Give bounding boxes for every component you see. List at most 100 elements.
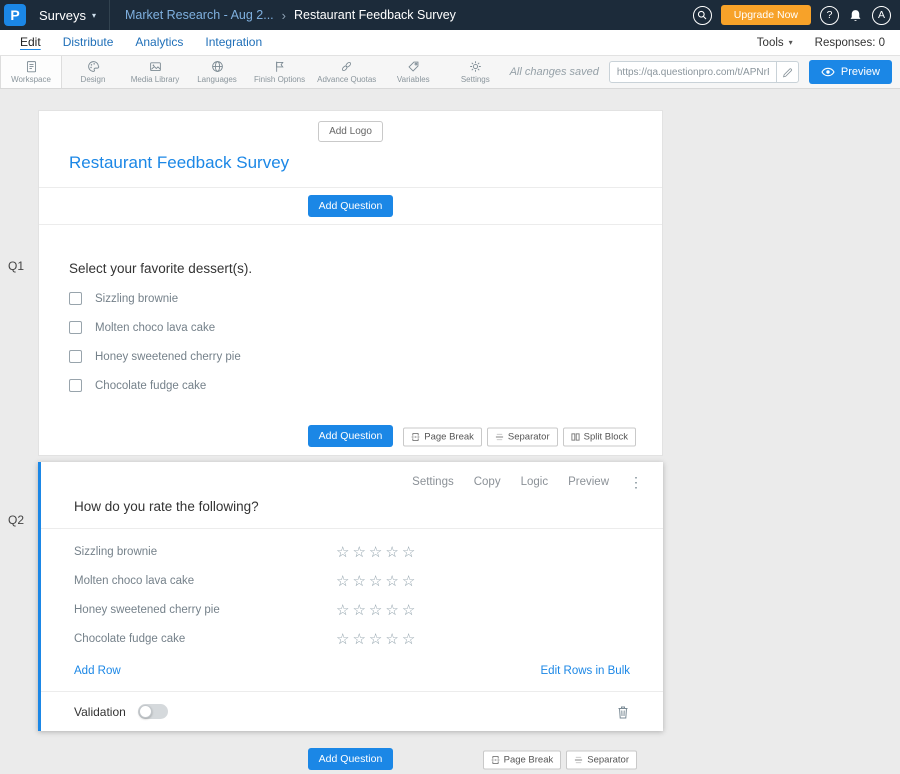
star-icon[interactable]: ☆ [352,572,365,590]
toolbar-right: All changes saved Preview [510,56,900,88]
toolbar-item-design[interactable]: Design [62,56,124,88]
survey-url-input[interactable] [610,67,776,78]
settings-icon [469,60,482,73]
q1-option-label[interactable]: Molten choco lava cake [95,322,215,334]
responses-count[interactable]: Responses: 0 [815,37,885,49]
page-break-button[interactable]: Page Break [483,750,562,769]
surveys-label: Surveys [39,8,86,23]
menubar-right: Tools ▾ Responses: 0 [757,37,891,49]
rating-row: Sizzling brownie ☆☆☆☆☆ [74,537,630,566]
avatar[interactable]: A [872,6,891,25]
upgrade-button[interactable]: Upgrade Now [721,5,811,25]
bell-icon[interactable] [848,8,863,23]
toolbar-item-advance-quotas[interactable]: Advance Quotas [311,56,382,88]
q2-question-text[interactable]: How do you rate the following? [41,493,663,529]
star-rating: ☆☆☆☆☆ [336,572,415,590]
q1-option-label[interactable]: Sizzling brownie [95,293,178,305]
star-icon[interactable]: ☆ [385,601,398,619]
add-question-button[interactable]: Add Question [308,425,394,447]
add-logo-button[interactable]: Add Logo [318,121,383,142]
star-icon[interactable]: ☆ [336,543,349,561]
tab-integration[interactable]: Integration [194,30,273,56]
checkbox[interactable] [69,321,82,334]
tools-label: Tools [757,37,784,49]
star-icon[interactable]: ☆ [385,572,398,590]
rating-row-label[interactable]: Molten choco lava cake [74,575,336,587]
survey-title[interactable]: Restaurant Feedback Survey [39,144,662,188]
breadcrumb-project[interactable]: Market Research - Aug 2... [125,8,274,22]
tools-dropdown[interactable]: Tools ▾ [757,37,793,49]
toolbar-item-settings[interactable]: Settings [444,56,506,88]
add-row-link[interactable]: Add Row [74,665,121,677]
block-actions-row: Add Question Page Break Separator Split … [39,418,662,455]
star-icon[interactable]: ☆ [369,543,382,561]
toolbar-item-languages[interactable]: Languages [186,56,248,88]
languages-icon [211,60,224,73]
validation-toggle[interactable] [138,704,168,719]
star-icon[interactable]: ☆ [336,572,349,590]
star-icon[interactable]: ☆ [385,543,398,561]
rating-row: Chocolate fudge cake ☆☆☆☆☆ [74,624,630,653]
q2-settings-link[interactable]: Settings [412,476,454,488]
checkbox[interactable] [69,350,82,363]
more-options-icon[interactable]: ⋮ [629,475,643,489]
star-icon[interactable]: ☆ [402,572,415,590]
q1-question-text[interactable]: Select your favorite dessert(s). [69,261,632,276]
toolbar-item-media-library[interactable]: Media Library [124,56,186,88]
surveys-dropdown[interactable]: Surveys ▾ [26,0,109,30]
q2-links-row: Add Row Edit Rows in Bulk [41,653,663,691]
star-icon[interactable]: ☆ [352,543,365,561]
chevron-down-icon: ▾ [92,11,96,20]
rating-row: Honey sweetened cherry pie ☆☆☆☆☆ [74,595,630,624]
page-break-button[interactable]: Page Break [403,427,482,446]
delete-question-icon[interactable] [616,705,630,719]
add-question-button[interactable]: Add Question [308,195,394,217]
toolbar-item-finish-options[interactable]: Finish Options [248,56,311,88]
checkbox[interactable] [69,379,82,392]
tab-distribute[interactable]: Distribute [52,30,125,56]
advance-quotas-icon [340,60,353,73]
q2-preview-link[interactable]: Preview [568,476,609,488]
toolbar-item-workspace[interactable]: Workspace [0,56,62,88]
star-icon[interactable]: ☆ [336,630,349,648]
q2-copy-link[interactable]: Copy [474,476,501,488]
edit-rows-bulk-link[interactable]: Edit Rows in Bulk [541,665,630,677]
survey-url-box [609,61,799,83]
separator-button[interactable]: Separator [487,427,558,446]
star-icon[interactable]: ☆ [385,630,398,648]
star-icon[interactable]: ☆ [369,601,382,619]
q1-option-label[interactable]: Honey sweetened cherry pie [95,351,241,363]
star-icon[interactable]: ☆ [402,601,415,619]
star-icon[interactable]: ☆ [402,630,415,648]
star-icon[interactable]: ☆ [352,601,365,619]
separator-button[interactable]: Separator [566,750,637,769]
edit-url-pencil-icon[interactable] [776,62,798,83]
star-icon[interactable]: ☆ [369,572,382,590]
star-icon[interactable]: ☆ [402,543,415,561]
q1-option-row: Molten choco lava cake [69,321,632,334]
checkbox[interactable] [69,292,82,305]
block-action-chips: Page Break Separator Split Block [403,427,636,446]
questionpro-logo[interactable]: P [4,4,26,26]
rating-row-label[interactable]: Honey sweetened cherry pie [74,604,336,616]
search-icon[interactable] [693,6,712,25]
star-icon[interactable]: ☆ [336,601,349,619]
q2-label: Q2 [8,513,24,527]
star-icon[interactable]: ☆ [369,630,382,648]
star-icon[interactable]: ☆ [352,630,365,648]
tab-analytics[interactable]: Analytics [124,30,194,56]
topbar-right-actions: Upgrade Now ? A [693,5,900,25]
rating-row-label[interactable]: Sizzling brownie [74,546,336,558]
preview-button[interactable]: Preview [809,60,892,84]
rating-row: Molten choco lava cake ☆☆☆☆☆ [74,566,630,595]
menu-bar: Edit Distribute Analytics Integration To… [0,30,900,56]
tab-edit[interactable]: Edit [9,30,52,56]
q1-option-label[interactable]: Chocolate fudge cake [95,380,206,392]
toolbar-item-variables[interactable]: Variables [382,56,444,88]
add-question-strip: Add Question [39,188,662,225]
help-icon[interactable]: ? [820,6,839,25]
add-question-button[interactable]: Add Question [308,748,394,770]
rating-row-label[interactable]: Chocolate fudge cake [74,633,336,645]
q2-logic-link[interactable]: Logic [521,476,549,488]
split-block-button[interactable]: Split Block [563,427,636,446]
